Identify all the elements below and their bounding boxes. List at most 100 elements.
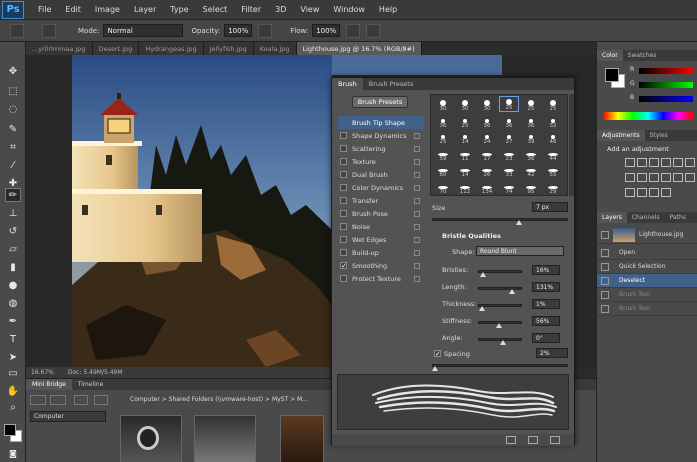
exposure-icon[interactable] [661,158,671,167]
red-slider[interactable] [639,68,693,74]
brush-option-shape-dynamics[interactable]: Shape Dynamics [338,129,424,142]
menu-file[interactable]: File [38,5,51,14]
bristle-param-knob[interactable] [508,289,515,294]
bristle-param-slider[interactable] [478,287,522,290]
doc-tab[interactable]: Koala.jpg [253,42,297,55]
brush-tip[interactable]: 25 [521,96,541,112]
photo-filter-icon[interactable] [649,173,659,182]
brush-option-checkbox[interactable] [340,184,347,191]
brush-tip[interactable]: 36 [477,113,497,129]
foreground-color-swatch[interactable] [4,424,16,436]
brush-tip[interactable]: 74 [499,179,519,195]
bristle-param-value[interactable]: 56% [532,316,560,326]
create-new-brush-icon[interactable] [550,436,560,444]
pen-tool-icon[interactable]: ✒ [5,314,21,328]
lock-icon[interactable] [414,145,420,152]
mode-select[interactable]: Normal [103,24,184,37]
brush-tip[interactable]: 36 [499,113,519,129]
zoom-level[interactable]: 16.67% [31,369,54,376]
forward-icon[interactable] [50,395,66,405]
bristle-param-value[interactable]: 1% [532,299,560,309]
toggle-live-tip-icon[interactable] [506,436,516,444]
lock-icon[interactable] [414,158,420,165]
gradient-tool-icon[interactable]: ▮ [5,260,21,274]
history-state[interactable]: Brush Tool [597,288,697,302]
brush-option-checkbox[interactable] [340,145,347,152]
move-tool-icon[interactable]: ✥ [5,64,21,78]
spacing-slider[interactable] [432,364,568,367]
brush-option-brush-pose[interactable]: Brush Pose [338,207,424,220]
brush-tip[interactable]: 95 [521,179,541,195]
tab-paths[interactable]: Paths [665,212,691,223]
dodge-tool-icon[interactable]: ◍ [5,296,21,310]
selective-color-icon[interactable] [649,188,659,197]
tab-adjustments[interactable]: Adjustments [597,130,645,141]
lock-icon[interactable] [414,132,420,139]
brush-tool-icon[interactable]: ✏ [5,188,21,202]
brush-tip[interactable]: 27 [499,129,519,145]
marquee-tool-icon[interactable]: ⬚ [5,84,21,98]
brush-tip[interactable]: 25 [433,129,453,145]
brush-presets-button[interactable]: Brush Presets [352,96,408,108]
menu-select[interactable]: Select [203,5,228,14]
refresh-icon[interactable] [94,395,108,405]
brush-preset-picker-icon[interactable] [10,23,24,38]
lock-icon[interactable] [414,262,420,269]
brush-tip[interactable]: 39 [521,129,541,145]
eraser-tool-icon[interactable]: ▱ [5,242,21,256]
brush-tip[interactable]: 14 [455,129,475,145]
brush-option-checkbox[interactable] [340,275,347,282]
brush-tip[interactable]: 42 [521,162,541,178]
crop-tool-icon[interactable]: ⌗ [5,140,21,154]
blur-tool-icon[interactable]: ● [5,278,21,292]
stamp-tool-icon[interactable]: ⊥ [5,206,21,220]
brush-option-dual-brush[interactable]: Dual Brush [338,168,424,181]
pressure-size-icon[interactable] [366,23,381,38]
menu-edit[interactable]: Edit [65,5,81,14]
levels-icon[interactable] [637,158,647,167]
shape-tool-icon[interactable]: ▭ [5,366,21,380]
opacity-field[interactable]: 100% [224,24,253,37]
mini-bridge-path[interactable]: Computer > Shared Folders (\\vmware-host… [130,396,308,403]
brush-option-checkbox[interactable] [340,132,347,139]
tab-brush[interactable]: Brush [332,78,363,90]
brush-option-scattering[interactable]: Scattering [338,142,424,155]
brush-panel-toggle-icon[interactable] [42,23,56,38]
tab-brush-presets[interactable]: Brush Presets [363,78,419,90]
color-lookup-icon[interactable] [673,173,683,182]
opacity-pressure-icon[interactable] [258,23,273,38]
menu-image[interactable]: Image [95,5,120,14]
threshold-icon[interactable] [637,188,647,197]
lock-icon[interactable] [414,275,420,282]
bristle-param-knob[interactable] [500,340,506,345]
history-state[interactable]: Brush Tool [597,302,697,316]
bristle-param-value[interactable]: 0° [532,333,560,343]
black-white-icon[interactable] [637,173,647,182]
layer-row[interactable]: Lighthouse.jpg [597,226,697,244]
green-slider[interactable] [639,82,693,88]
brush-option-transfer[interactable]: Transfer [338,194,424,207]
bristle-param-knob[interactable] [478,306,485,311]
lock-icon[interactable] [414,184,420,191]
history-brush-tool-icon[interactable]: ↺ [5,224,21,238]
color-ramp[interactable] [603,112,693,120]
brush-tip[interactable]: 46 [543,129,563,145]
brush-option-checkbox[interactable] [340,223,347,230]
posterize-icon[interactable] [625,188,635,197]
fg-color-chip[interactable] [605,68,619,82]
brush-tip[interactable]: 44 [543,146,563,162]
type-tool-icon[interactable]: T [5,332,21,346]
channel-mixer-icon[interactable] [661,173,671,182]
bristle-param-value[interactable]: 131% [532,282,560,292]
tab-mini-bridge[interactable]: Mini Bridge [26,379,72,390]
brush-tip[interactable]: 30 [433,96,453,112]
lock-icon[interactable] [414,210,420,217]
brush-tip[interactable]: 29 [543,179,563,195]
gradient-map-icon[interactable] [661,188,671,197]
eye-icon[interactable] [601,230,609,239]
spacing-field[interactable]: 2% [536,348,568,358]
spacing-checkbox[interactable]: ✓ [434,350,441,358]
brush-option-checkbox[interactable] [340,171,347,178]
menu-view[interactable]: View [300,5,319,14]
size-field[interactable]: 7 px [532,202,568,212]
